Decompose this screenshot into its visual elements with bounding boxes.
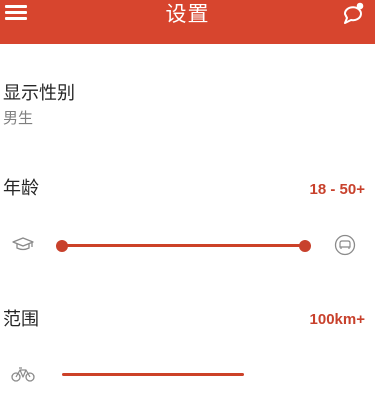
armchair-icon: [334, 234, 356, 260]
app-header: 设置: [0, 0, 375, 44]
gender-value[interactable]: 男生: [3, 109, 33, 127]
age-range-value: 18 - 50+: [309, 181, 365, 198]
gender-label: 显示性别: [3, 83, 75, 104]
page-title: 设置: [165, 2, 210, 26]
age-min-handle[interactable]: [56, 240, 68, 252]
bicycle-icon: [11, 367, 35, 387]
age-slider-track[interactable]: [62, 244, 306, 247]
age-max-handle[interactable]: [299, 240, 311, 252]
distance-label: 范围: [3, 309, 39, 330]
chat-bubble-icon[interactable]: [341, 0, 367, 26]
age-label: 年龄: [3, 178, 39, 199]
distance-value: 100km+: [309, 311, 365, 328]
graduation-cap-icon: [12, 236, 34, 258]
distance-slider-track[interactable]: [62, 373, 244, 376]
